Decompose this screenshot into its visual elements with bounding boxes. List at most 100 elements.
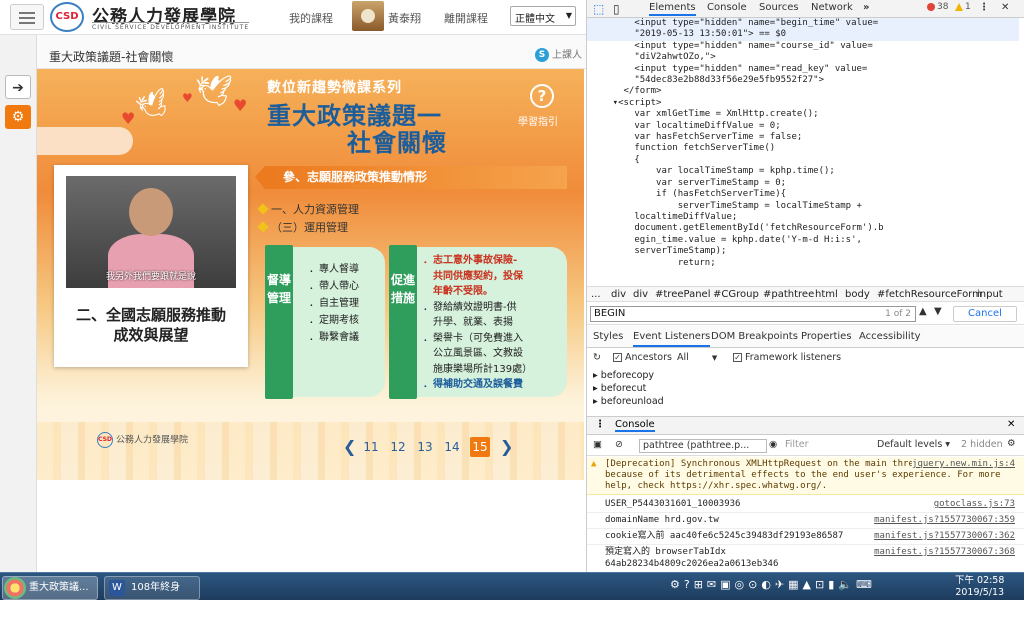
- my-courses-link[interactable]: 我的課程: [289, 10, 333, 26]
- inspect-icon[interactable]: ⬚: [593, 2, 604, 16]
- breadcrumb-item[interactable]: ...: [591, 289, 601, 300]
- event-item[interactable]: ▸ beforeunload: [587, 396, 1024, 409]
- drawer-tab-console[interactable]: Console: [615, 419, 655, 432]
- code-line[interactable]: var localTimeStamp = kphp.time();: [587, 166, 1019, 177]
- code-line[interactable]: serverTimeStamp);: [587, 246, 1019, 257]
- console-filter-input[interactable]: Filter: [785, 439, 865, 450]
- menu-button[interactable]: [10, 4, 44, 30]
- taskbar-item-browser[interactable]: 重大政策議...: [2, 576, 98, 600]
- tab-styles[interactable]: Styles: [593, 331, 623, 342]
- event-item[interactable]: ▸ beforecut: [587, 383, 1024, 396]
- ancestors-checkbox[interactable]: ✓ Ancestors: [613, 352, 672, 363]
- tab-dom-breakpoints[interactable]: DOM Breakpoints: [711, 331, 798, 342]
- arrow-right-icon[interactable]: ➔: [5, 75, 31, 99]
- kebab-menu-icon[interactable]: ⋮: [979, 2, 989, 13]
- breadcrumb-item[interactable]: div: [611, 289, 626, 300]
- event-item[interactable]: ▸ beforecopy: [587, 370, 1024, 383]
- code-line[interactable]: "54dec83e2b88d33f56e29e5fb9552f27">: [587, 75, 1019, 86]
- error-count[interactable]: 38: [927, 2, 948, 12]
- page-button-current[interactable]: 15: [470, 437, 490, 457]
- clear-console-icon[interactable]: ⊘: [615, 439, 623, 450]
- refresh-icon[interactable]: ↻: [593, 352, 601, 363]
- avatar[interactable]: [352, 1, 384, 31]
- leave-course-link[interactable]: 離開課程: [444, 10, 488, 26]
- breadcrumb-item[interactable]: #CGroup: [713, 289, 759, 300]
- code-line[interactable]: </form>: [587, 86, 1019, 97]
- log-source-link[interactable]: manifest.js?1557730067:359: [874, 513, 1015, 528]
- code-line[interactable]: var xmlGetTime = XmlHttp.create();: [587, 109, 1019, 120]
- node-tree-icon[interactable]: ⚙: [5, 105, 31, 129]
- code-line[interactable]: serverTimeStamp = localTimeStamp +: [587, 201, 1019, 212]
- code-line[interactable]: return;: [587, 258, 1019, 269]
- close-icon[interactable]: ✕: [1001, 2, 1009, 13]
- slide-title-line2: 社會關懷: [347, 129, 447, 157]
- code-line[interactable]: var localtimeDiffValue = 0;: [587, 121, 1019, 132]
- system-clock[interactable]: 下午 02:58 2019/5/13: [955, 575, 1004, 599]
- help-label[interactable]: 學習指引: [518, 113, 558, 128]
- csd-logo-icon[interactable]: CSD: [50, 2, 84, 32]
- devtools-toolbar: ⬚ ▯ Elements Console Sources Network » 3…: [587, 0, 1024, 18]
- code-line[interactable]: localtimeDiffValue;: [587, 212, 1019, 223]
- code-line[interactable]: "2019-05-13 13:50:01"> == $0: [587, 29, 1019, 41]
- context-select[interactable]: pathtree (pathtree.p...: [639, 439, 767, 453]
- page-button[interactable]: 12: [388, 437, 408, 457]
- warning-source-link[interactable]: jquery.new.min.js:4: [912, 459, 1015, 470]
- code-line[interactable]: <input type="hidden" name="course_id" va…: [587, 41, 1019, 52]
- page-button[interactable]: 13: [415, 437, 435, 457]
- code-line[interactable]: var serverTimeStamp = 0;: [587, 178, 1019, 189]
- tab-properties[interactable]: Properties: [801, 331, 852, 342]
- breadcrumb-item[interactable]: input: [977, 289, 1003, 300]
- help-icon[interactable]: ?: [530, 84, 554, 108]
- breadcrumb-item[interactable]: #pathtree: [763, 289, 814, 300]
- ancestors-select[interactable]: All ▼: [677, 352, 717, 363]
- code-line[interactable]: document.getElementById('fetchResourceFo…: [587, 223, 1019, 234]
- language-select[interactable]: 正體中文 ▼: [510, 6, 576, 26]
- tab-console[interactable]: Console: [707, 2, 747, 13]
- gear-icon[interactable]: ⚙: [1007, 438, 1016, 449]
- code-line[interactable]: var hasFetchServerTime = false;: [587, 132, 1019, 143]
- breadcrumb-item[interactable]: html: [815, 289, 838, 300]
- dom-search-input[interactable]: BEGIN 1 of 2: [590, 306, 916, 322]
- user-name-link[interactable]: 黃泰翔: [388, 10, 421, 26]
- page-button[interactable]: 14: [442, 437, 462, 457]
- tab-sources[interactable]: Sources: [759, 2, 799, 13]
- device-toggle-icon[interactable]: ▯: [613, 2, 620, 16]
- code-line[interactable]: {: [587, 155, 1019, 166]
- taskbar-item-word[interactable]: W 108年終身學...: [104, 576, 200, 615]
- code-line[interactable]: ▾<script>: [587, 98, 1019, 109]
- sidebar-toggle-icon[interactable]: ▣: [593, 439, 602, 450]
- eye-icon[interactable]: ◉: [769, 439, 777, 450]
- code-line[interactable]: egin_time.value = kphp.date('Y-m-d H:i:s…: [587, 235, 1019, 246]
- search-prev-icon[interactable]: ▲: [919, 306, 927, 317]
- levels-select[interactable]: Default levels ▾: [877, 439, 950, 450]
- console-toolbar: ▣ ⊘ pathtree (pathtree.p... ◉ Filter Def…: [587, 436, 1024, 456]
- elements-dom-tree[interactable]: <input type="hidden" name="begin_time" v…: [587, 18, 1019, 286]
- kebab-menu-icon[interactable]: ⋮: [595, 419, 605, 430]
- log-source-link[interactable]: gotoclass.js:73: [934, 497, 1015, 512]
- log-source-link[interactable]: manifest.js?1557730067:362: [874, 529, 1015, 544]
- breadcrumb-item[interactable]: div: [633, 289, 648, 300]
- more-tabs-icon[interactable]: »: [863, 2, 869, 13]
- breadcrumb-item[interactable]: body: [845, 289, 870, 300]
- framework-checkbox[interactable]: ✓ Framework listeners: [733, 352, 841, 363]
- code-line[interactable]: if (hasFetchServerTime){: [587, 189, 1019, 200]
- code-line[interactable]: <input type="hidden" name="read_key" val…: [587, 64, 1019, 75]
- prev-page-icon[interactable]: ❮: [343, 437, 356, 457]
- tab-accessibility[interactable]: Accessibility: [859, 331, 921, 342]
- next-page-icon[interactable]: ❯: [500, 437, 513, 457]
- code-line[interactable]: function fetchServerTime(): [587, 143, 1019, 154]
- code-line[interactable]: <input type="hidden" name="begin_time" v…: [587, 18, 1019, 30]
- code-line[interactable]: "diV2ahwtOZo,">: [587, 52, 1019, 63]
- tab-network[interactable]: Network: [811, 2, 853, 13]
- search-next-icon[interactable]: ▼: [934, 306, 942, 317]
- search-cancel-button[interactable]: Cancel: [953, 306, 1017, 322]
- system-tray[interactable]: ⚙?⊞✉▣◎⊙◐✈▦▲⊡▮🔈⌨: [670, 578, 876, 591]
- warning-count[interactable]: 1: [955, 2, 971, 12]
- tab-event-listeners[interactable]: Event Listeners: [633, 331, 711, 347]
- page-button[interactable]: 11: [361, 437, 381, 457]
- lecturer-video[interactable]: 我另外我們要跟就是說: [66, 176, 236, 288]
- breadcrumb-item[interactable]: #treePanel: [655, 289, 710, 300]
- close-drawer-icon[interactable]: ✕: [1007, 419, 1015, 430]
- breadcrumb-item[interactable]: #fetchResourceForm: [877, 289, 982, 300]
- tab-elements[interactable]: Elements: [649, 2, 696, 16]
